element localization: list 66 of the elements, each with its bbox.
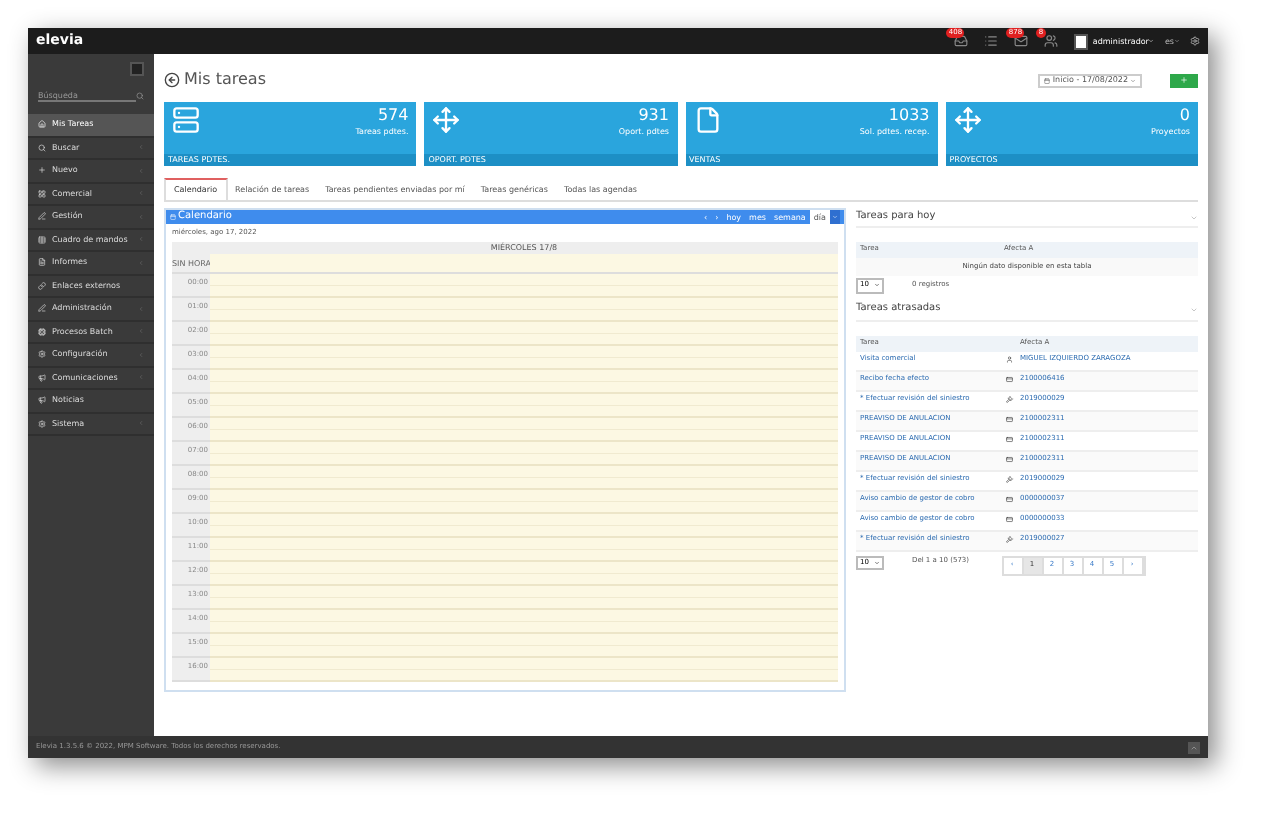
time-slot[interactable]	[210, 370, 838, 395]
card-icon	[1006, 456, 1014, 464]
card-icon	[1006, 376, 1014, 384]
time-slot[interactable]	[210, 634, 838, 659]
chip-icon	[38, 327, 46, 336]
avatar	[1074, 33, 1089, 49]
card-icon	[1006, 436, 1014, 444]
megaphone-icon	[38, 396, 46, 405]
table-icon	[38, 235, 46, 244]
stat-value: 931	[638, 106, 669, 126]
gavel-icon	[1006, 396, 1014, 404]
stat-value: 0	[1179, 106, 1190, 126]
search-icon	[136, 91, 144, 99]
card-icon	[1006, 496, 1014, 504]
list-icon[interactable]	[984, 34, 999, 48]
time-slot[interactable]	[210, 466, 838, 491]
add-button[interactable]	[1170, 73, 1198, 87]
time-slot[interactable]	[210, 490, 838, 515]
document-icon	[38, 258, 46, 267]
sidebar-toggle[interactable]	[130, 62, 144, 76]
stat-value: 574	[377, 106, 409, 126]
time-slot[interactable]	[210, 538, 838, 563]
document-icon	[693, 106, 721, 134]
plus-icon	[1180, 76, 1188, 84]
time-slot[interactable]	[210, 418, 838, 443]
time-slot[interactable]	[210, 610, 838, 635]
plus-icon	[38, 166, 46, 175]
time-slot[interactable]	[210, 322, 838, 347]
back-icon[interactable]	[164, 72, 180, 88]
arrows-icon	[953, 106, 982, 134]
time-slot[interactable]	[210, 658, 838, 683]
gavel-icon	[1006, 536, 1014, 544]
mail-icon[interactable]	[1014, 34, 1029, 48]
calendar-icon	[1044, 77, 1051, 83]
megaphone-icon	[38, 373, 46, 382]
pen-icon	[38, 304, 46, 313]
home-icon	[38, 120, 46, 129]
settings-icon	[38, 350, 46, 359]
card-icon	[1006, 516, 1014, 524]
scroll-top-button[interactable]	[1188, 741, 1200, 753]
stat-value: 1033	[888, 106, 930, 126]
grid-icon	[38, 189, 46, 198]
collapse-button[interactable]	[830, 210, 840, 224]
settings-icon[interactable]	[1190, 36, 1200, 46]
arrows-icon	[432, 106, 461, 134]
inbox-icon[interactable]	[954, 34, 969, 48]
settings-icon	[38, 419, 46, 428]
time-slot[interactable]	[210, 274, 838, 299]
time-slot[interactable]	[210, 346, 838, 371]
search-icon	[38, 143, 46, 152]
link-icon	[38, 281, 46, 290]
time-slot[interactable]	[210, 586, 838, 611]
time-slot[interactable]	[210, 514, 838, 539]
gavel-icon	[1006, 476, 1014, 484]
users-icon[interactable]	[1044, 34, 1059, 48]
time-slot[interactable]	[210, 562, 838, 587]
page-title: Mis tareas	[184, 68, 266, 92]
time-slot[interactable]	[210, 394, 838, 419]
server-icon	[172, 106, 200, 134]
all-day-slot[interactable]	[210, 254, 838, 273]
card-icon	[1006, 416, 1014, 424]
time-slot[interactable]	[210, 298, 838, 323]
person-icon	[1006, 356, 1014, 364]
time-slot[interactable]	[210, 442, 838, 467]
calendar-icon	[170, 214, 176, 220]
pen-icon	[38, 212, 46, 221]
